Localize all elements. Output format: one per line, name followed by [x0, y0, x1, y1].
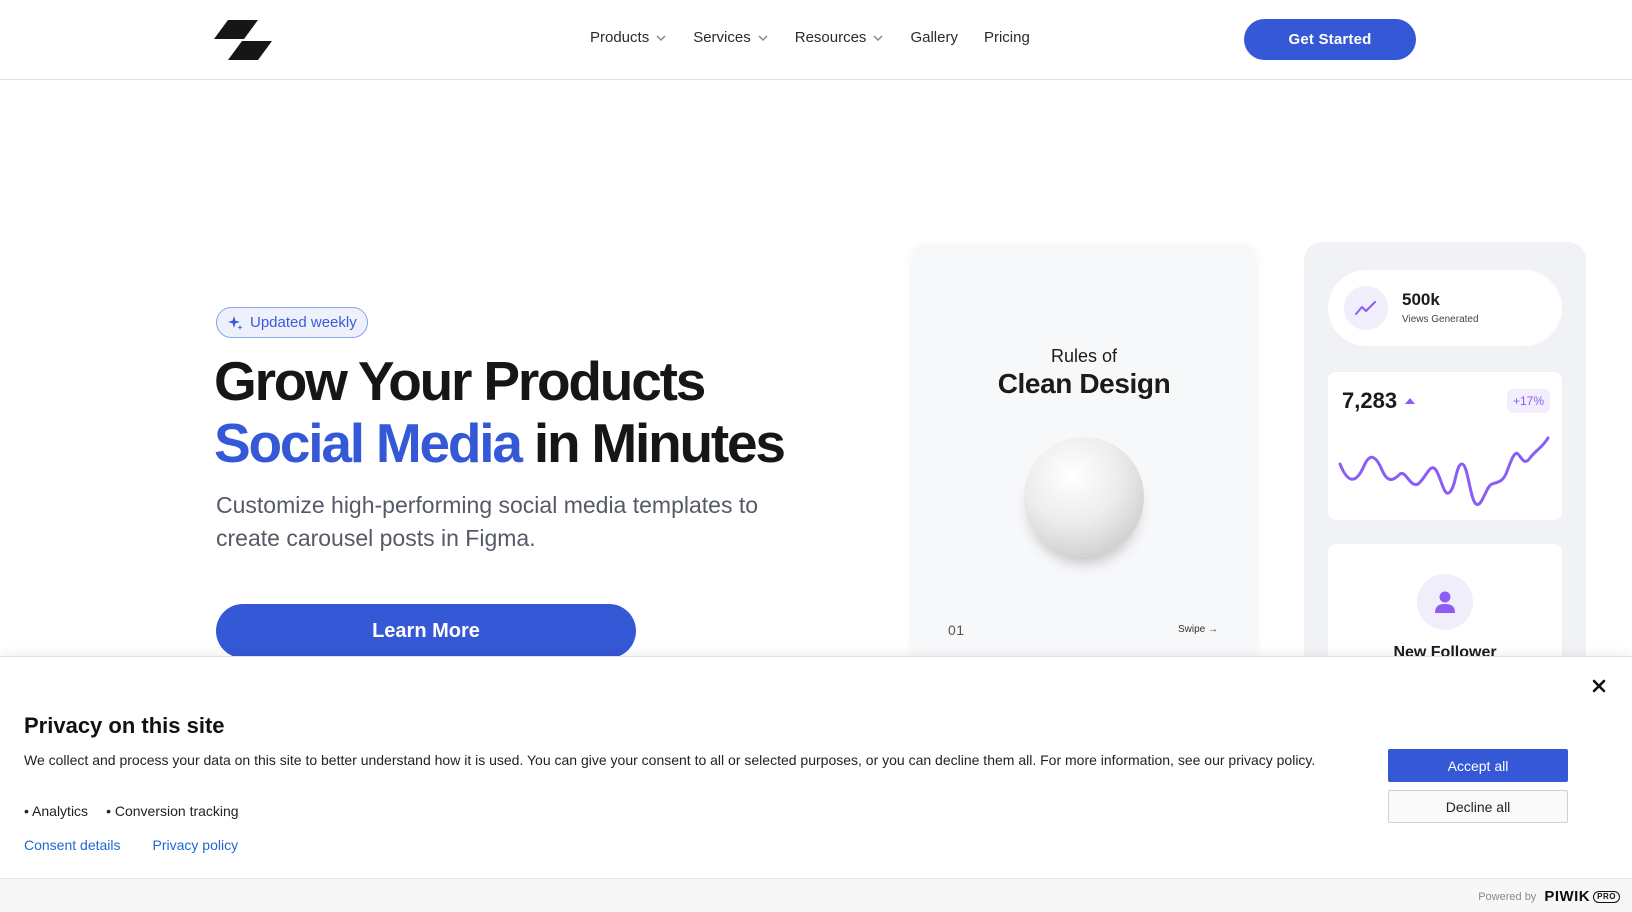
nav-pricing[interactable]: Pricing — [984, 29, 1030, 46]
nav-gallery-label: Gallery — [910, 29, 958, 46]
card-swipe-label: Swipe → — [1177, 624, 1218, 635]
accept-all-button[interactable]: Accept all — [1388, 749, 1568, 782]
purpose-item: • Analytics — [24, 803, 89, 819]
site-header: Products Services Resources Gallery Pric… — [0, 0, 1632, 80]
consent-text: We collect and process your data on this… — [24, 752, 1316, 768]
hero-subtitle: Customize high-performing social media t… — [216, 492, 759, 551]
piwik-brand: PIWIK — [1544, 888, 1591, 905]
purpose-analytics-label: Analytics — [32, 803, 89, 819]
decline-all-button[interactable]: Decline all — [1388, 790, 1568, 823]
nav-services[interactable]: Services — [693, 29, 769, 46]
chevron-down-icon — [758, 34, 768, 41]
privacy-policy-link[interactable]: Privacy policy — [153, 837, 239, 853]
carousel-preview-card: Rules of Clean Design 01 Swipe → — [912, 244, 1256, 664]
hero-title-accent: Social Media — [214, 412, 523, 474]
powered-by-label: Powered by — [1478, 890, 1537, 903]
consent-details-link[interactable]: Consent details — [24, 837, 121, 853]
piwik-pro-suffix: PRO — [1593, 890, 1620, 903]
nav-pricing-label: Pricing — [983, 29, 1030, 46]
purpose-item: • Conversion tracking — [106, 803, 239, 819]
trend-up-icon — [1344, 286, 1388, 330]
nav-products-label: Products — [590, 29, 650, 46]
card-big-title: Clean Design — [997, 368, 1171, 399]
updated-badge: Updated weekly — [216, 307, 368, 338]
stats-panel: 500k Views Generated 7,283 +17% New Foll… — [1304, 242, 1586, 684]
nav-services-label: Services — [693, 29, 751, 46]
main-nav: Products Services Resources Gallery Pric… — [590, 29, 1030, 46]
privacy-consent-banner: Privacy on this site We collect and proc… — [0, 656, 1632, 912]
close-icon[interactable] — [1590, 677, 1608, 695]
hero-title: Grow Your Products Social Media in Minut… — [214, 350, 786, 474]
views-label: Views Generated — [1402, 314, 1479, 325]
views-pill: 500k Views Generated — [1328, 270, 1562, 346]
learn-more-button[interactable]: Learn More — [216, 604, 636, 658]
hero-title-rest: in Minutes — [520, 412, 786, 474]
consent-footer: Powered by PIWIK PRO — [0, 878, 1632, 912]
chevron-down-icon — [656, 34, 666, 41]
nav-products[interactable]: Products — [590, 29, 667, 46]
views-value: 500k — [1402, 290, 1440, 309]
sparkline-chart — [1338, 436, 1550, 506]
purpose-conversion-label: Conversion tracking — [114, 803, 239, 819]
stripes-logo-icon[interactable] — [214, 19, 272, 61]
piwik-pro-logo: PIWIK PRO — [1544, 888, 1620, 905]
user-icon — [1417, 574, 1473, 630]
sphere-image — [1024, 437, 1144, 557]
nav-resources[interactable]: Resources — [795, 29, 885, 46]
consent-links: Consent details Privacy policy — [24, 837, 238, 853]
graph-card: 7,283 +17% — [1328, 372, 1562, 520]
hero-title-line1: Grow Your Products — [214, 350, 706, 412]
powered-by: Powered by PIWIK PRO — [1478, 888, 1620, 905]
card-small-title: Rules of — [1050, 346, 1118, 366]
graph-change-badge: +17% — [1506, 389, 1550, 413]
nav-gallery[interactable]: Gallery — [910, 29, 958, 46]
chevron-down-icon — [873, 34, 883, 41]
consent-title: Privacy on this site — [24, 713, 225, 738]
get-started-button[interactable]: Get Started — [1244, 19, 1416, 60]
consent-purposes: • Analytics • Conversion tracking — [24, 803, 239, 819]
nav-resources-label: Resources — [794, 29, 867, 46]
arrow-up-icon — [1405, 398, 1416, 404]
sparkle-icon — [228, 315, 243, 330]
card-page-number: 01 — [948, 622, 965, 638]
graph-value-text: 7,283 — [1342, 388, 1398, 413]
graph-value: 7,283 — [1342, 388, 1416, 414]
badge-label: Updated weekly — [250, 314, 357, 331]
